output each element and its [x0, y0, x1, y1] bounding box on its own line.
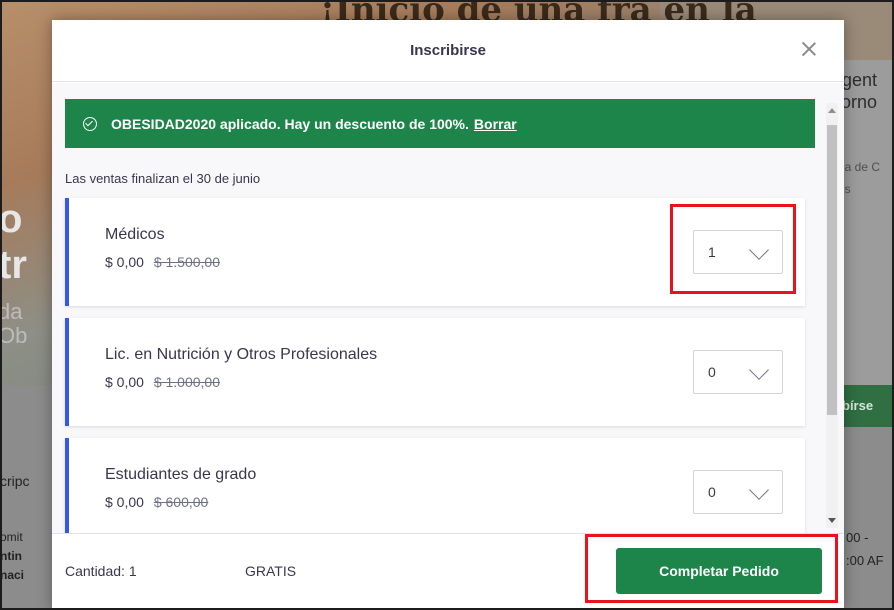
complete-order-button[interactable]: Completar Pedido: [616, 548, 822, 594]
quantity-select[interactable]: 0: [693, 350, 783, 394]
ticket-name: Médicos: [105, 226, 165, 243]
details-text-4: naci: [0, 568, 25, 582]
modal-footer: Cantidad: 1 GRATIS Completar Pedido: [52, 533, 844, 610]
scroll-down-arrow-icon[interactable]: [828, 518, 836, 523]
modal-title: Inscribirse: [410, 42, 486, 59]
scrollbar-thumb[interactable]: [827, 125, 837, 415]
order-total: GRATIS: [245, 563, 297, 579]
quantity-select[interactable]: 1: [693, 230, 783, 274]
details-text-3: ntin: [0, 549, 22, 563]
ticket-price-current: $ 0,00: [105, 254, 144, 270]
ticket-price-original: $ 600,00: [153, 494, 209, 510]
quantity-value: 0: [708, 364, 716, 380]
event-info-sub-1: na de C: [838, 160, 881, 174]
event-time-2: :00 AF: [846, 553, 884, 568]
ticket-price-original: $ 1.000,00: [153, 374, 220, 390]
ticket-name: Lic. en Nutrición y Otros Profesionales: [105, 346, 378, 363]
modal-header: Inscribirse: [52, 20, 844, 82]
details-text-1: cripc: [0, 473, 30, 489]
details-text-2: omit: [0, 530, 23, 544]
event-time-1: 00 -: [846, 530, 869, 545]
ticket-name: Estudiantes de grado: [105, 466, 257, 483]
quantity-value: 0: [708, 484, 716, 500]
promo-code-banner: OBESIDAD2020 aplicado. Hay un descuento …: [65, 99, 815, 148]
ticket-price-original: $ 1.500,00: [153, 254, 220, 270]
registration-modal: Inscribirse OBESIDAD2020 aplicado. Hay u…: [52, 20, 844, 610]
event-subtitle-line-2: Ob: [0, 323, 28, 348]
event-title-line-2: tr: [0, 243, 27, 287]
ticket-card: Médicos $ 0,00 $ 1.500,00 1: [65, 198, 805, 306]
remove-promo-link[interactable]: Borrar: [474, 116, 517, 132]
event-title-line-1: o: [0, 197, 23, 241]
ticket-price: $ 0,00 $ 1.500,00: [105, 254, 220, 270]
modal-body: OBESIDAD2020 aplicado. Hay un descuento …: [52, 83, 844, 533]
chevron-down-icon: [749, 240, 769, 260]
ticket-price-current: $ 0,00: [105, 494, 144, 510]
ticket-card: Lic. en Nutrición y Otros Profesionales …: [65, 318, 805, 426]
sales-end-notice: Las ventas finalizan el 30 de junio: [65, 171, 261, 186]
chevron-down-icon: [749, 480, 769, 500]
event-subtitle-fragment: da Ob: [0, 300, 27, 348]
event-title-fragment: o tr: [0, 196, 27, 288]
scroll-up-arrow-icon[interactable]: [828, 108, 836, 113]
close-icon[interactable]: [798, 38, 820, 60]
ticket-price: $ 0,00 $ 1.000,00: [105, 374, 220, 390]
check-circle-icon: [83, 116, 97, 131]
quantity-select[interactable]: 0: [693, 470, 783, 514]
order-quantity: Cantidad: 1: [65, 563, 137, 579]
ticket-price-current: $ 0,00: [105, 374, 144, 390]
quantity-value: 1: [708, 244, 716, 260]
ticket-price: $ 0,00 $ 600,00: [105, 494, 208, 510]
chevron-down-icon: [749, 360, 769, 380]
scrollbar[interactable]: [826, 103, 838, 528]
ticket-card: Estudiantes de grado $ 0,00 $ 600,00 0: [65, 438, 805, 533]
event-subtitle-line-1: da: [0, 299, 23, 324]
promo-message: OBESIDAD2020 aplicado. Hay un descuento …: [111, 115, 469, 132]
